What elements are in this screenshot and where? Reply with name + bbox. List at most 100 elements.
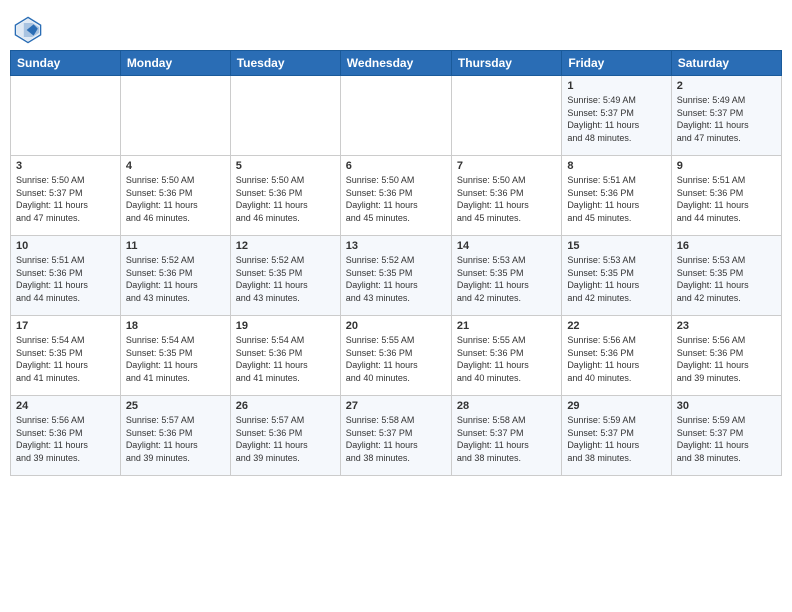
calendar-week-3: 10 Sunrise: 5:51 AM Sunset: 5:36 PM Dayli… bbox=[11, 236, 782, 316]
calendar-cell: 28Sunrise: 5:58 AM Sunset: 5:37 PM Dayli… bbox=[451, 396, 561, 476]
calendar-cell: 24 Sunrise: 5:56 AM Sunset: 5:36 PM Dayli… bbox=[11, 396, 121, 476]
day-number: 14 bbox=[457, 240, 556, 252]
day-info: Sunrise: 5:50 AM Sunset: 5:36 PM Dayligh… bbox=[126, 174, 225, 224]
day-number: 25 bbox=[126, 400, 225, 412]
day-number: 21 bbox=[457, 320, 556, 332]
calendar-cell: 23 Sunrise: 5:56 AM Sunset: 5:36 PM Dayli… bbox=[671, 316, 781, 396]
day-number: 15 bbox=[567, 240, 665, 252]
calendar-cell bbox=[120, 76, 230, 156]
calendar-week-2: 3 Sunrise: 5:50 AM Sunset: 5:37 PM Daylig… bbox=[11, 156, 782, 236]
calendar-cell: 20 Sunrise: 5:55 AM Sunset: 5:36 PM Dayli… bbox=[340, 316, 451, 396]
day-info: Sunrise: 5:57 AM Sunset: 5:36 PM Dayligh… bbox=[126, 414, 225, 464]
day-number: 24 bbox=[16, 400, 115, 412]
day-number: 18 bbox=[126, 320, 225, 332]
calendar-cell bbox=[230, 76, 340, 156]
calendar-week-4: 17 Sunrise: 5:54 AM Sunset: 5:35 PM Dayli… bbox=[11, 316, 782, 396]
day-number: 5 bbox=[236, 160, 335, 172]
logo bbox=[14, 16, 44, 44]
day-info: Sunrise: 5:50 AM Sunset: 5:37 PM Dayligh… bbox=[16, 174, 115, 224]
day-info: Sunrise: 5:56 AM Sunset: 5:36 PM Dayligh… bbox=[16, 414, 115, 464]
weekday-header-friday: Friday bbox=[562, 51, 671, 76]
calendar-cell: 11 Sunrise: 5:52 AM Sunset: 5:36 PM Dayli… bbox=[120, 236, 230, 316]
day-info: Sunrise: 5:56 AM Sunset: 5:36 PM Dayligh… bbox=[677, 334, 776, 384]
calendar-cell bbox=[11, 76, 121, 156]
day-number: 4 bbox=[126, 160, 225, 172]
calendar-cell: 16Sunrise: 5:53 AM Sunset: 5:35 PM Dayli… bbox=[671, 236, 781, 316]
calendar-cell: 6 Sunrise: 5:50 AM Sunset: 5:36 PM Daylig… bbox=[340, 156, 451, 236]
day-info: Sunrise: 5:53 AM Sunset: 5:35 PM Dayligh… bbox=[677, 254, 776, 304]
weekday-header-monday: Monday bbox=[120, 51, 230, 76]
day-info: Sunrise: 5:53 AM Sunset: 5:35 PM Dayligh… bbox=[567, 254, 665, 304]
day-info: Sunrise: 5:50 AM Sunset: 5:36 PM Dayligh… bbox=[346, 174, 446, 224]
day-info: Sunrise: 5:58 AM Sunset: 5:37 PM Dayligh… bbox=[346, 414, 446, 464]
day-info: Sunrise: 5:50 AM Sunset: 5:36 PM Dayligh… bbox=[457, 174, 556, 224]
calendar-cell: 26 Sunrise: 5:57 AM Sunset: 5:36 PM Dayli… bbox=[230, 396, 340, 476]
calendar-cell: 13 Sunrise: 5:52 AM Sunset: 5:35 PM Dayli… bbox=[340, 236, 451, 316]
calendar-cell: 7 Sunrise: 5:50 AM Sunset: 5:36 PM Daylig… bbox=[451, 156, 561, 236]
day-number: 11 bbox=[126, 240, 225, 252]
day-number: 23 bbox=[677, 320, 776, 332]
calendar-cell: 12 Sunrise: 5:52 AM Sunset: 5:35 PM Dayli… bbox=[230, 236, 340, 316]
day-number: 29 bbox=[567, 400, 665, 412]
calendar-table: SundayMondayTuesdayWednesdayThursdayFrid… bbox=[10, 50, 782, 476]
day-info: Sunrise: 5:55 AM Sunset: 5:36 PM Dayligh… bbox=[457, 334, 556, 384]
calendar-cell: 30 Sunrise: 5:59 AM Sunset: 5:37 PM Dayli… bbox=[671, 396, 781, 476]
calendar-cell: 17 Sunrise: 5:54 AM Sunset: 5:35 PM Dayli… bbox=[11, 316, 121, 396]
day-number: 6 bbox=[346, 160, 446, 172]
day-info: Sunrise: 5:59 AM Sunset: 5:37 PM Dayligh… bbox=[567, 414, 665, 464]
day-info: Sunrise: 5:54 AM Sunset: 5:35 PM Dayligh… bbox=[126, 334, 225, 384]
day-number: 26 bbox=[236, 400, 335, 412]
calendar-week-1: 1 Sunrise: 5:49 AM Sunset: 5:37 PM Daylig… bbox=[11, 76, 782, 156]
calendar-cell: 27 Sunrise: 5:58 AM Sunset: 5:37 PM Dayli… bbox=[340, 396, 451, 476]
day-info: Sunrise: 5:52 AM Sunset: 5:35 PM Dayligh… bbox=[236, 254, 335, 304]
calendar-cell: 1 Sunrise: 5:49 AM Sunset: 5:37 PM Daylig… bbox=[562, 76, 671, 156]
day-info: Sunrise: 5:59 AM Sunset: 5:37 PM Dayligh… bbox=[677, 414, 776, 464]
day-number: 2 bbox=[677, 80, 776, 92]
day-info: Sunrise: 5:55 AM Sunset: 5:36 PM Dayligh… bbox=[346, 334, 446, 384]
day-info: Sunrise: 5:49 AM Sunset: 5:37 PM Dayligh… bbox=[567, 94, 665, 144]
day-info: Sunrise: 5:52 AM Sunset: 5:35 PM Dayligh… bbox=[346, 254, 446, 304]
day-info: Sunrise: 5:53 AM Sunset: 5:35 PM Dayligh… bbox=[457, 254, 556, 304]
day-info: Sunrise: 5:50 AM Sunset: 5:36 PM Dayligh… bbox=[236, 174, 335, 224]
calendar-cell: 2Sunrise: 5:49 AM Sunset: 5:37 PM Daylig… bbox=[671, 76, 781, 156]
day-number: 10 bbox=[16, 240, 115, 252]
day-number: 27 bbox=[346, 400, 446, 412]
calendar-cell: 22Sunrise: 5:56 AM Sunset: 5:36 PM Dayli… bbox=[562, 316, 671, 396]
day-number: 28 bbox=[457, 400, 556, 412]
day-number: 12 bbox=[236, 240, 335, 252]
calendar-cell: 3 Sunrise: 5:50 AM Sunset: 5:37 PM Daylig… bbox=[11, 156, 121, 236]
weekday-header-row: SundayMondayTuesdayWednesdayThursdayFrid… bbox=[11, 51, 782, 76]
weekday-header-saturday: Saturday bbox=[671, 51, 781, 76]
day-info: Sunrise: 5:54 AM Sunset: 5:36 PM Dayligh… bbox=[236, 334, 335, 384]
day-info: Sunrise: 5:51 AM Sunset: 5:36 PM Dayligh… bbox=[16, 254, 115, 304]
day-number: 19 bbox=[236, 320, 335, 332]
calendar-cell: 15 Sunrise: 5:53 AM Sunset: 5:35 PM Dayli… bbox=[562, 236, 671, 316]
day-info: Sunrise: 5:51 AM Sunset: 5:36 PM Dayligh… bbox=[567, 174, 665, 224]
calendar-cell: 18 Sunrise: 5:54 AM Sunset: 5:35 PM Dayli… bbox=[120, 316, 230, 396]
day-number: 3 bbox=[16, 160, 115, 172]
calendar-cell: 14 Sunrise: 5:53 AM Sunset: 5:35 PM Dayli… bbox=[451, 236, 561, 316]
calendar-cell: 8 Sunrise: 5:51 AM Sunset: 5:36 PM Daylig… bbox=[562, 156, 671, 236]
calendar-week-5: 24 Sunrise: 5:56 AM Sunset: 5:36 PM Dayli… bbox=[11, 396, 782, 476]
weekday-header-tuesday: Tuesday bbox=[230, 51, 340, 76]
day-info: Sunrise: 5:57 AM Sunset: 5:36 PM Dayligh… bbox=[236, 414, 335, 464]
day-number: 7 bbox=[457, 160, 556, 172]
calendar-cell: 29 Sunrise: 5:59 AM Sunset: 5:37 PM Dayli… bbox=[562, 396, 671, 476]
day-info: Sunrise: 5:54 AM Sunset: 5:35 PM Dayligh… bbox=[16, 334, 115, 384]
calendar-cell bbox=[451, 76, 561, 156]
day-info: Sunrise: 5:52 AM Sunset: 5:36 PM Dayligh… bbox=[126, 254, 225, 304]
calendar-cell: 9Sunrise: 5:51 AM Sunset: 5:36 PM Daylig… bbox=[671, 156, 781, 236]
calendar-cell: 21 Sunrise: 5:55 AM Sunset: 5:36 PM Dayli… bbox=[451, 316, 561, 396]
day-number: 8 bbox=[567, 160, 665, 172]
day-number: 17 bbox=[16, 320, 115, 332]
logo-icon bbox=[14, 16, 42, 44]
day-number: 9 bbox=[677, 160, 776, 172]
day-number: 1 bbox=[567, 80, 665, 92]
calendar-cell: 4 Sunrise: 5:50 AM Sunset: 5:36 PM Daylig… bbox=[120, 156, 230, 236]
day-number: 22 bbox=[567, 320, 665, 332]
day-number: 13 bbox=[346, 240, 446, 252]
weekday-header-wednesday: Wednesday bbox=[340, 51, 451, 76]
day-number: 30 bbox=[677, 400, 776, 412]
calendar-cell bbox=[340, 76, 451, 156]
day-number: 20 bbox=[346, 320, 446, 332]
